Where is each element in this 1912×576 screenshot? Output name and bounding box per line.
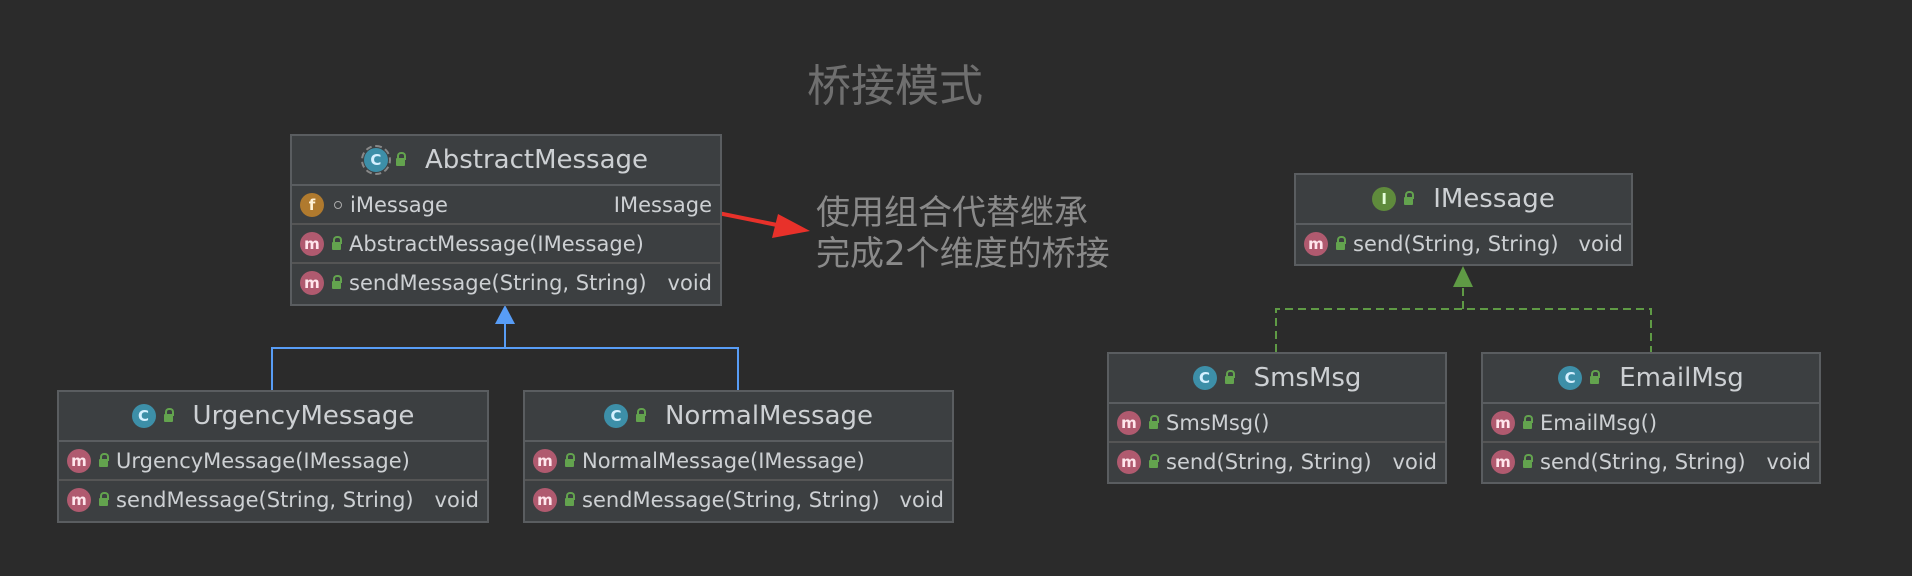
public-lock-icon: [163, 408, 174, 422]
interface-name: IMessage: [1433, 184, 1555, 214]
class-header: C AbstractMessage: [292, 136, 720, 186]
method-signature: EmailMsg(): [1540, 410, 1658, 435]
public-lock-icon: [1523, 453, 1533, 468]
class-abstract-message[interactable]: C AbstractMessage f iMessage IMessage m …: [290, 134, 722, 306]
method-signature: AbstractMessage(IMessage): [349, 231, 644, 256]
class-header: C EmailMsg: [1483, 354, 1819, 404]
method-icon: m: [67, 448, 91, 473]
annotation-arrow: [717, 211, 810, 238]
method-row[interactable]: m NormalMessage(IMessage): [525, 442, 952, 479]
method-signature: send(String, String): [1540, 449, 1746, 474]
method-icon: m: [67, 487, 91, 512]
method-row[interactable]: m send(String, String) void: [1483, 441, 1819, 480]
method-row[interactable]: m AbstractMessage(IMessage): [292, 223, 720, 262]
method-row[interactable]: m sendMessage(String, String) void: [59, 479, 487, 518]
class-header: I IMessage: [1296, 175, 1631, 225]
field-row[interactable]: f iMessage IMessage: [292, 186, 720, 223]
class-name: NormalMessage: [664, 401, 874, 431]
abstract-method-icon: m: [1304, 231, 1328, 256]
return-type: void: [1766, 449, 1811, 474]
public-lock-icon: [635, 408, 646, 422]
public-lock-icon: [565, 491, 575, 506]
class-header: C NormalMessage: [525, 392, 952, 442]
method-signature: send(String, String): [1166, 449, 1372, 474]
return-type: void: [899, 487, 944, 512]
method-row[interactable]: m EmailMsg(): [1483, 404, 1819, 441]
public-lock-icon: [1590, 370, 1601, 384]
class-icon: C: [131, 404, 156, 428]
method-icon: m: [1491, 410, 1515, 435]
return-type: void: [667, 270, 712, 295]
method-signature: UrgencyMessage(IMessage): [116, 448, 410, 473]
public-lock-icon: [1149, 453, 1159, 468]
method-icon: m: [300, 231, 324, 256]
class-name: AbstractMessage: [424, 145, 649, 175]
class-name: SmsMsg: [1253, 363, 1362, 393]
public-lock-icon: [332, 274, 342, 289]
method-signature: sendMessage(String, String): [349, 270, 647, 295]
field-type: IMessage: [613, 192, 712, 217]
method-signature: send(String, String): [1353, 231, 1559, 256]
method-row[interactable]: m sendMessage(String, String) void: [525, 479, 952, 518]
implementation-connector: [1275, 266, 1652, 352]
method-row[interactable]: m sendMessage(String, String) void: [292, 262, 720, 301]
method-icon: m: [1117, 449, 1141, 474]
return-type: void: [1392, 449, 1437, 474]
method-icon: m: [533, 487, 557, 512]
method-icon: m: [1491, 449, 1515, 474]
public-lock-icon: [395, 152, 406, 166]
method-icon: m: [1117, 410, 1141, 435]
method-signature: sendMessage(String, String): [116, 487, 414, 512]
method-row[interactable]: m UrgencyMessage(IMessage): [59, 442, 487, 479]
public-lock-icon: [1224, 370, 1235, 384]
class-name: EmailMsg: [1619, 363, 1744, 393]
public-lock-icon: [565, 452, 575, 467]
abstract-class-icon: C: [360, 145, 391, 175]
public-lock-icon: [99, 452, 109, 467]
annotation-line-2: 完成2个维度的桥接: [816, 234, 1110, 274]
annotation-note: 使用组合代替继承 完成2个维度的桥接: [816, 193, 1110, 275]
inheritance-connector: [271, 305, 739, 390]
public-lock-icon: [99, 491, 109, 506]
class-normal-message[interactable]: C NormalMessage m NormalMessage(IMessage…: [523, 390, 954, 523]
public-lock-icon: [1404, 191, 1415, 205]
class-email-msg[interactable]: C EmailMsg m EmailMsg() m send(String, S…: [1481, 352, 1821, 484]
method-row[interactable]: m SmsMsg(): [1109, 404, 1445, 441]
method-signature: sendMessage(String, String): [582, 487, 880, 512]
method-row[interactable]: m send(String, String) void: [1109, 441, 1445, 480]
diagram-title: 桥接模式: [807, 61, 983, 112]
public-lock-icon: [1523, 414, 1533, 429]
package-private-icon: [334, 200, 342, 209]
method-icon: m: [300, 270, 324, 295]
annotation-line-1: 使用组合代替继承: [816, 193, 1088, 233]
public-lock-icon: [1336, 235, 1346, 250]
class-header: C UrgencyMessage: [59, 392, 487, 442]
method-row[interactable]: m send(String, String) void: [1296, 225, 1631, 262]
public-lock-icon: [1149, 414, 1159, 429]
return-type: void: [434, 487, 479, 512]
interface-imessage[interactable]: I IMessage m send(String, String) void: [1294, 173, 1633, 266]
class-urgency-message[interactable]: C UrgencyMessage m UrgencyMessage(IMessa…: [57, 390, 489, 523]
method-icon: m: [533, 448, 557, 473]
interface-icon: I: [1372, 187, 1397, 211]
implementation-arrowhead: [1453, 266, 1473, 287]
class-icon: C: [603, 404, 628, 428]
field-icon: f: [300, 192, 324, 217]
method-signature: NormalMessage(IMessage): [582, 448, 865, 473]
class-header: C SmsMsg: [1109, 354, 1445, 404]
field-name: iMessage: [350, 192, 448, 217]
class-icon: C: [1192, 366, 1217, 390]
inheritance-arrowhead: [495, 305, 515, 324]
return-type: void: [1578, 231, 1623, 256]
public-lock-icon: [332, 235, 342, 250]
method-signature: SmsMsg(): [1166, 410, 1270, 435]
class-name: UrgencyMessage: [192, 401, 415, 431]
class-sms-msg[interactable]: C SmsMsg m SmsMsg() m send(String, Strin…: [1107, 352, 1447, 484]
class-icon: C: [1558, 366, 1583, 390]
